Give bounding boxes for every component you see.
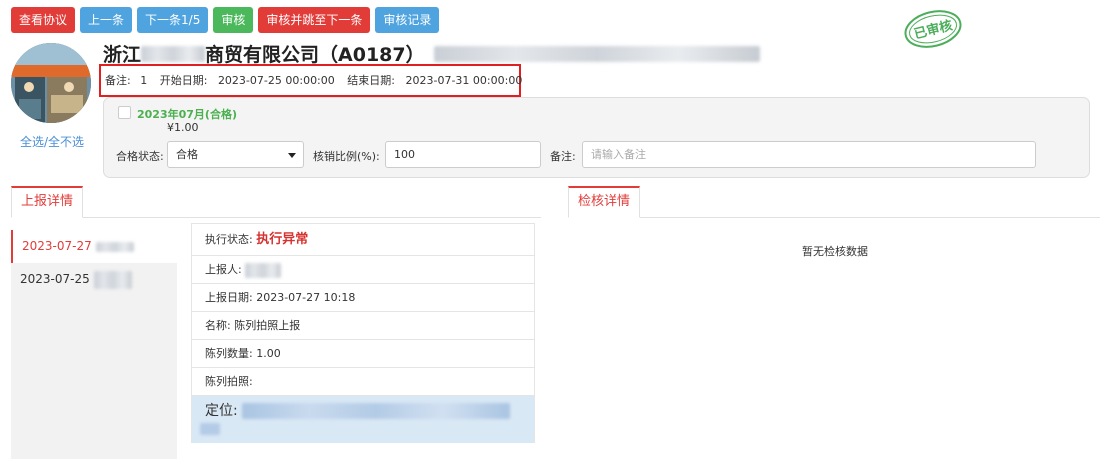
start-date-label: 开始日期:	[159, 74, 208, 87]
photo-label: 陈列拍照:	[205, 375, 253, 388]
note-input[interactable]: 请输入备注	[582, 141, 1036, 168]
end-date-label: 结束日期:	[347, 74, 395, 87]
date-list-item[interactable]: 2023-07-27	[11, 230, 177, 263]
status-label: 执行状态:	[205, 233, 253, 246]
audit-button[interactable]: 审核	[213, 7, 254, 33]
redacted-text	[200, 423, 220, 435]
company-title: 浙江 商贸有限公司（A0187）	[103, 40, 760, 67]
report-date-list: 2023-07-27 2023-07-25	[11, 230, 177, 459]
start-date-value: 2023-07-25 00:00:00	[217, 74, 335, 87]
redacted-text	[242, 403, 511, 419]
select-all-link[interactable]: 全选/全不选	[20, 133, 84, 150]
end-date-value: 2023-07-31 00:00:00	[405, 74, 523, 87]
redacted-text	[433, 45, 760, 62]
store-photo-icon	[11, 43, 91, 123]
remark-label: 备注:	[105, 74, 131, 87]
approved-stamp-icon: 已审核	[904, 10, 962, 48]
report-detail-card: 执行状态: 执行异常 上报人: 上报日期: 2023-07-27 10:18 名…	[191, 223, 535, 443]
report-date-row: 上报日期: 2023-07-27 10:18	[192, 284, 534, 312]
date-list-item[interactable]: 2023-07-25	[11, 263, 177, 296]
note-label: 备注:	[550, 150, 576, 163]
redacted-text	[93, 270, 132, 289]
view-agreement-button[interactable]: 查看协议	[11, 7, 76, 33]
reporter-label: 上报人:	[205, 263, 242, 276]
company-name-prefix: 浙江	[103, 44, 142, 66]
next-button[interactable]: 下一条1/5	[137, 7, 209, 33]
report-date-label: 上报日期:	[205, 291, 253, 304]
tab-divider	[568, 217, 1100, 218]
chevron-down-icon	[288, 153, 296, 158]
location-row: 定位:	[192, 396, 534, 443]
redacted-text	[95, 241, 134, 252]
month-price: ¥1.00	[167, 121, 199, 134]
toolbar: 查看协议 上一条 下一条1/5 审核 审核并跳至下一条 审核记录	[11, 7, 440, 33]
location-label: 定位:	[205, 403, 238, 419]
ratio-label: 核销比例(%):	[313, 150, 380, 163]
quantity-row: 陈列数量: 1.00	[192, 340, 534, 368]
qualify-status-label: 合格状态:	[116, 150, 164, 163]
redacted-text	[245, 262, 282, 278]
month-title: 2023年07月(合格)	[137, 108, 237, 121]
no-check-data-text: 暂无检核数据	[802, 245, 868, 258]
remark-line: 备注: 1 开始日期: 2023-07-25 00:00:00 结束日期: 20…	[105, 72, 524, 88]
redacted-text	[141, 45, 206, 62]
status-row: 执行状态: 执行异常	[192, 224, 534, 256]
audit-log-button[interactable]: 审核记录	[375, 7, 440, 33]
name-value: 陈列拍照上报	[234, 319, 301, 332]
month-checkbox[interactable]	[118, 106, 131, 119]
audit-and-next-button[interactable]: 审核并跳至下一条	[258, 7, 371, 33]
qualify-status-select[interactable]: 合格	[167, 141, 304, 168]
store-avatar	[11, 43, 91, 123]
date-label: 2023-07-27	[22, 239, 92, 253]
reporter-row: 上报人:	[192, 256, 534, 284]
quantity-value: 1.00	[256, 347, 281, 360]
name-row: 名称: 陈列拍照上报	[192, 312, 534, 340]
quantity-label: 陈列数量:	[205, 347, 253, 360]
prev-button[interactable]: 上一条	[80, 7, 133, 33]
report-date-value: 2023-07-27 10:18	[256, 291, 356, 304]
photo-row: 陈列拍照:	[192, 368, 534, 396]
remark-value: 1	[140, 74, 148, 87]
date-label: 2023-07-25	[20, 272, 90, 286]
ratio-input[interactable]: 100	[385, 141, 541, 168]
status-value: 执行异常	[256, 232, 309, 247]
tab-check-details[interactable]: 检核详情	[568, 186, 641, 218]
tab-report-details[interactable]: 上报详情	[11, 186, 84, 218]
company-name-suffix: 商贸有限公司（A0187）	[205, 44, 425, 66]
name-label: 名称:	[205, 319, 231, 332]
tab-divider	[11, 217, 541, 218]
qualify-status-value: 合格	[176, 148, 198, 161]
